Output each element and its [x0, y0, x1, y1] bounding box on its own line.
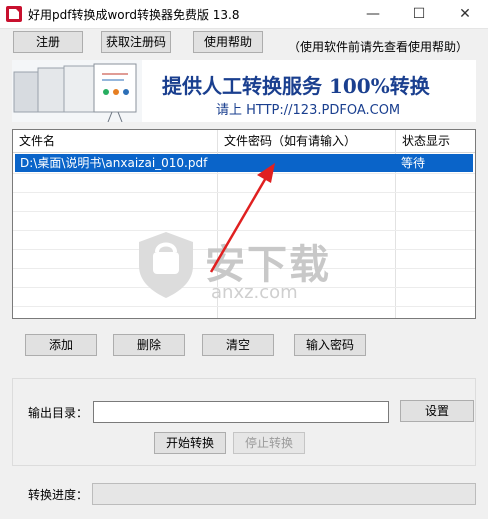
progress-label: 转换进度： [28, 488, 89, 502]
file-list-table[interactable]: 文件名 文件密码（如有请输入） 状态显示 D:\桌面\说明书\anxaizai_… [12, 129, 476, 319]
whiteboard-icon [12, 60, 142, 122]
banner-headline: 提供人工转换服务 100%转换 [162, 74, 430, 98]
close-icon[interactable]: ✕ [442, 0, 488, 28]
settings-button[interactable]: 设置 [400, 400, 474, 422]
register-button[interactable]: 注册 [13, 31, 83, 53]
start-convert-button[interactable]: 开始转换 [154, 432, 226, 454]
delete-file-button[interactable]: 删除 [113, 334, 185, 356]
clear-list-button[interactable]: 清空 [202, 334, 274, 356]
add-file-button[interactable]: 添加 [25, 334, 97, 356]
output-dir-input[interactable] [93, 401, 389, 423]
promo-banner[interactable]: 提供人工转换服务 100%转换 请上 HTTP://123.PDFOA.COM [12, 60, 476, 122]
maximize-icon[interactable]: ☐ [396, 0, 442, 28]
enter-password-button[interactable]: 输入密码 [294, 334, 366, 356]
conversion-progress-bar [92, 483, 476, 505]
help-button[interactable]: 使用帮助 [193, 31, 263, 53]
title-bar: 好用pdf转换成word转换器免费版 13.8 — ☐ ✕ [0, 0, 488, 29]
get-registration-code-button[interactable]: 获取注册码 [101, 31, 171, 53]
stop-convert-button[interactable]: 停止转换 [233, 432, 305, 454]
app-pdf-icon [6, 6, 22, 22]
help-note: （使用软件前请先查看使用帮助） [288, 40, 469, 54]
window-title: 好用pdf转换成word转换器免费版 13.8 [28, 8, 240, 22]
output-dir-label: 输出目录： [28, 406, 89, 420]
minimize-icon[interactable]: — [350, 0, 396, 28]
banner-url: 请上 HTTP://123.PDFOA.COM [216, 103, 401, 118]
annotation-arrow-icon [209, 163, 275, 273]
